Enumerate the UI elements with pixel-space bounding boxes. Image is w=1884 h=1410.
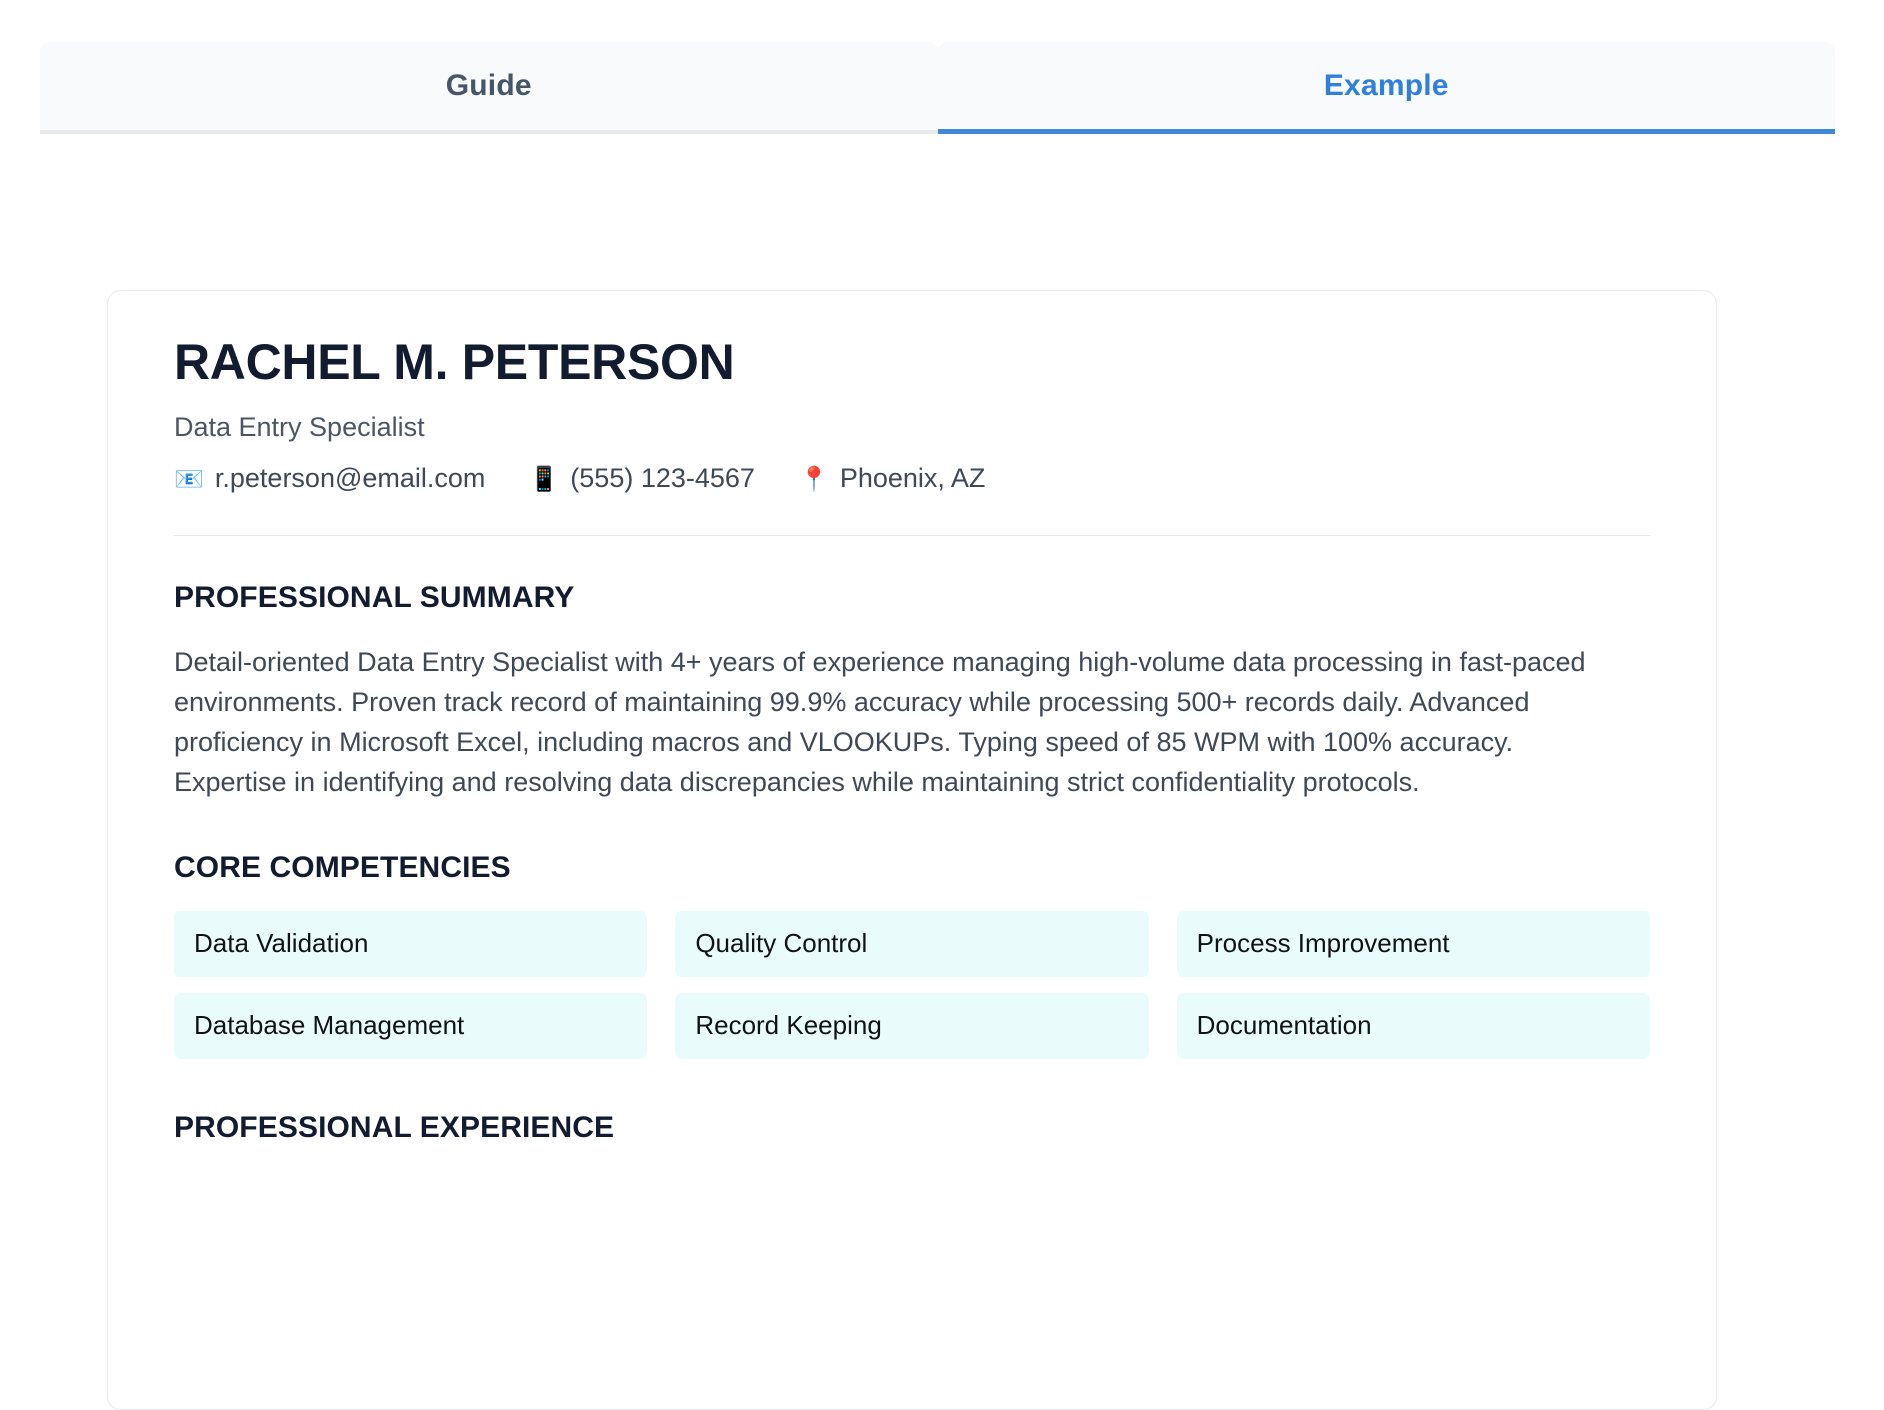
competency-chip: Database Management xyxy=(174,993,647,1059)
contact-location-value: Phoenix, AZ xyxy=(840,463,986,494)
resume-card-content: RACHEL M. PETERSON Data Entry Specialist… xyxy=(108,291,1716,1145)
section-core-competencies: CORE COMPETENCIES Data Validation Qualit… xyxy=(174,851,1650,1059)
mobile-phone-icon: 📱 xyxy=(529,468,559,492)
resume-card: RACHEL M. PETERSON Data Entry Specialist… xyxy=(107,290,1717,1410)
competency-grid: Data Validation Quality Control Process … xyxy=(174,911,1650,1059)
competency-chip: Quality Control xyxy=(675,911,1148,977)
summary-paragraph: Detail-oriented Data Entry Specialist wi… xyxy=(174,643,1614,803)
competency-chip: Process Improvement xyxy=(1177,911,1650,977)
tab-guide[interactable]: Guide xyxy=(40,42,938,134)
contact-location: 📍 Phoenix, AZ xyxy=(799,463,985,494)
competency-chip: Documentation xyxy=(1177,993,1650,1059)
contact-row: 📧 r.peterson@email.com 📱 (555) 123-4567 … xyxy=(174,463,1650,494)
location-pin-icon: 📍 xyxy=(799,468,829,492)
section-professional-summary: PROFESSIONAL SUMMARY Detail-oriented Dat… xyxy=(174,581,1650,803)
contact-email[interactable]: 📧 r.peterson@email.com xyxy=(174,463,485,494)
competency-chip: Record Keeping xyxy=(675,993,1148,1059)
tab-example-label: Example xyxy=(1324,69,1449,103)
section-heading-competencies: CORE COMPETENCIES xyxy=(174,851,1650,885)
section-heading-summary: PROFESSIONAL SUMMARY xyxy=(174,581,1650,615)
tab-bar: Guide Example xyxy=(40,42,1835,134)
page-title: RACHEL M. PETERSON xyxy=(174,335,1650,389)
section-professional-experience: PROFESSIONAL EXPERIENCE xyxy=(174,1111,1650,1145)
contact-email-value: r.peterson@email.com xyxy=(215,463,486,494)
header-divider xyxy=(174,535,1650,536)
contact-phone[interactable]: 📱 (555) 123-4567 xyxy=(529,463,755,494)
resume-job-title: Data Entry Specialist xyxy=(174,411,1650,443)
contact-phone-value: (555) 123-4567 xyxy=(570,463,755,494)
tab-example[interactable]: Example xyxy=(938,42,1836,134)
email-icon: 📧 xyxy=(174,468,204,492)
tab-guide-label: Guide xyxy=(446,69,532,103)
competency-chip: Data Validation xyxy=(174,911,647,977)
section-heading-experience: PROFESSIONAL EXPERIENCE xyxy=(174,1111,1650,1145)
